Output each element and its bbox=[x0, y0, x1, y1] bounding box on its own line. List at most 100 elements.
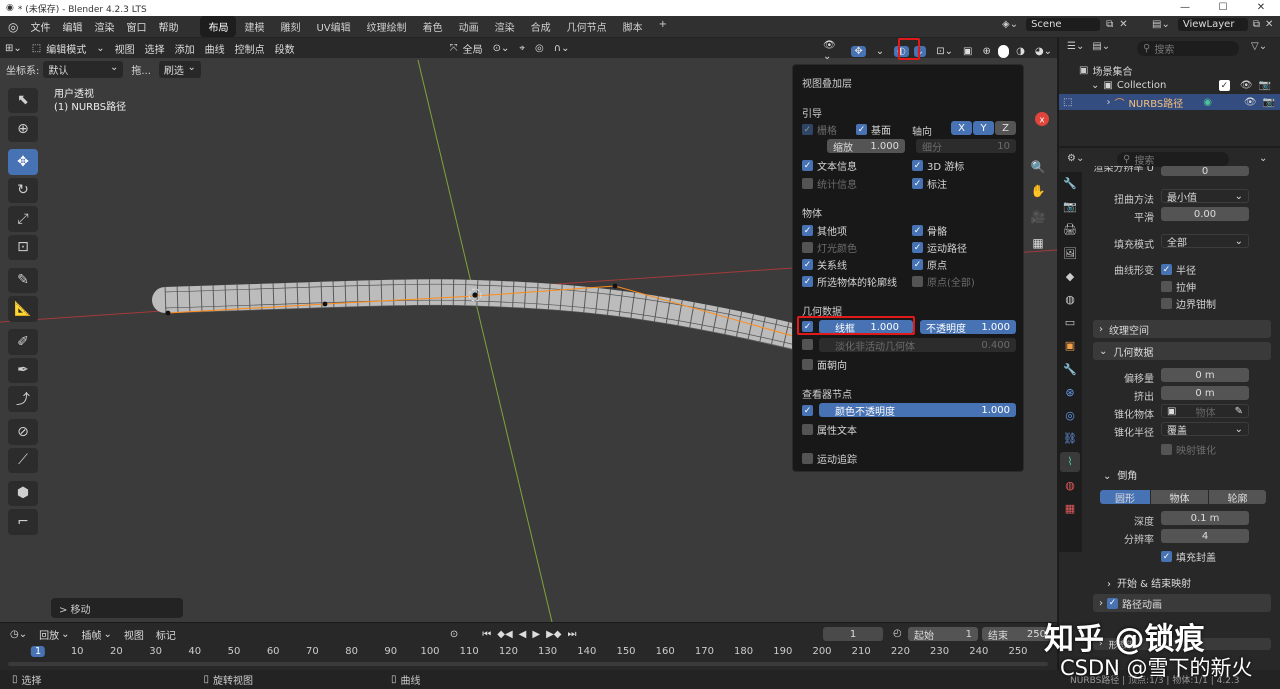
taper-radius-dropdown[interactable]: 覆盖 ⌄ bbox=[1161, 422, 1249, 437]
menu-segments[interactable]: 段数 bbox=[275, 41, 295, 56]
new-scene-icon[interactable]: ⧉ bbox=[1106, 19, 1113, 30]
filter-icon[interactable]: ▽⌄ bbox=[1251, 41, 1267, 52]
marker-menu[interactable]: 标记 bbox=[156, 627, 176, 642]
randomize-tool-icon[interactable]: ⬢ bbox=[8, 480, 38, 506]
collection-row[interactable]: ⌄ ▣ Collection ✓ 👁 📷 bbox=[1091, 80, 1277, 91]
menu-view[interactable]: 视图 bbox=[115, 41, 135, 56]
menu-add[interactable]: 添加 bbox=[175, 41, 195, 56]
current-frame-field[interactable]: 1 bbox=[823, 627, 883, 641]
text-info-toggle[interactable]: ✓ 文本信息 bbox=[802, 158, 857, 173]
snap-icon[interactable]: ⌖ bbox=[519, 43, 525, 54]
motion-paths-toggle[interactable]: ✓ 运动路径 bbox=[912, 240, 967, 255]
scale-tool-icon[interactable]: ⤢ bbox=[8, 206, 38, 232]
statistics-toggle[interactable]: 统计信息 bbox=[802, 176, 857, 191]
relations-toggle[interactable]: ✓ 关系线 bbox=[802, 257, 847, 272]
tab-scripting[interactable]: 脚本 bbox=[615, 16, 651, 37]
render-tab-icon[interactable]: 📷 bbox=[1060, 197, 1080, 217]
checkbox-icon[interactable]: ✓ bbox=[1107, 597, 1118, 609]
bounds-clamp-toggle[interactable]: 边界钳制 bbox=[1161, 296, 1216, 311]
scene-tab-icon[interactable]: ◆ bbox=[1060, 266, 1080, 286]
zoom-icon[interactable]: 🔍 bbox=[1027, 156, 1049, 178]
menu-control-points[interactable]: 控制点 bbox=[235, 41, 265, 56]
floor-toggle[interactable]: ✓ 基面 bbox=[856, 122, 891, 137]
annotate-tool-icon[interactable]: ✎ bbox=[8, 267, 38, 293]
map-taper-toggle[interactable]: 映射锥化 bbox=[1161, 442, 1216, 457]
constraints-tab-icon[interactable]: ⛓ bbox=[1060, 429, 1080, 449]
twist-method-dropdown[interactable]: 最小值 ⌄ bbox=[1161, 189, 1249, 204]
visibility-icon[interactable]: 👁⌄ bbox=[823, 40, 841, 62]
pen-tool-icon[interactable]: ✒ bbox=[8, 357, 38, 383]
jump-prev-key-icon[interactable]: ◆◀ bbox=[497, 629, 512, 640]
object-row[interactable]: ⬚ › ⌒ NURBS路径 ◉ 👁 📷 bbox=[1059, 94, 1280, 110]
bevel-mode-profile[interactable]: 轮廓 bbox=[1209, 490, 1266, 505]
offset-field[interactable]: 0 m bbox=[1161, 368, 1249, 382]
chevron-down-icon[interactable]: ⌄ bbox=[1259, 153, 1267, 164]
editor-type-icon[interactable]: ⊞⌄ bbox=[5, 43, 22, 54]
play-reverse-icon[interactable]: ◀ bbox=[519, 629, 527, 640]
particles-tab-icon[interactable]: ⊛ bbox=[1060, 382, 1080, 402]
curve-data-tab-icon[interactable]: ⌇ bbox=[1060, 451, 1080, 472]
tab-layout[interactable]: 布局 bbox=[200, 16, 237, 37]
xray-icon[interactable]: ▣ bbox=[963, 46, 972, 57]
measure-tool-icon[interactable]: 📐 bbox=[8, 296, 38, 322]
tilt-tool-icon[interactable]: ⟋ bbox=[8, 447, 38, 473]
jump-next-key-icon[interactable]: ▶◆ bbox=[546, 629, 561, 640]
eye-icon[interactable]: 👁 bbox=[1244, 97, 1257, 108]
properties-editor-icon[interactable]: ⚙⌄ bbox=[1067, 153, 1084, 164]
smooth-field[interactable]: 0.00 bbox=[1161, 207, 1249, 221]
origins-all-toggle[interactable]: 原点(全部) bbox=[912, 274, 975, 289]
tab-uv-editing[interactable]: UV编辑 bbox=[308, 16, 358, 37]
gizmo-icon[interactable]: ✥ bbox=[851, 45, 866, 57]
annotations-toggle[interactable]: ✓ 标注 bbox=[912, 176, 947, 191]
scene-icon[interactable]: ◈⌄ bbox=[1002, 19, 1018, 30]
object-tab-icon[interactable]: ▣ bbox=[1060, 336, 1080, 356]
view-layer-tab-icon[interactable]: 🖼 bbox=[1060, 243, 1080, 263]
world-tab-icon[interactable]: ◍ bbox=[1060, 290, 1080, 310]
delete-scene-icon[interactable]: ✕ bbox=[1119, 19, 1127, 30]
fill-caps-toggle[interactable]: ✓ 填充封盖 bbox=[1161, 549, 1216, 564]
tab-animation[interactable]: 动画 bbox=[451, 16, 487, 37]
camera-icon[interactable]: 📷 bbox=[1263, 97, 1275, 108]
axis-y-toggle[interactable]: Y bbox=[973, 121, 994, 135]
select-tool-icon[interactable]: ⬉ bbox=[8, 87, 38, 113]
clock-icon[interactable]: ◴ bbox=[893, 628, 902, 639]
grid-scale-field[interactable]: 缩放 1.000 bbox=[827, 139, 905, 154]
menu-help[interactable]: 帮助 bbox=[158, 19, 178, 34]
tool-tab-icon[interactable]: 🔧 bbox=[1060, 174, 1080, 194]
light-colors-toggle[interactable]: 灯光颜色 bbox=[802, 240, 857, 255]
extras-toggle[interactable]: ✓ 其他项 bbox=[802, 223, 847, 238]
attribute-text-toggle[interactable]: 属性文本 bbox=[802, 422, 857, 437]
add-workspace-button[interactable]: + bbox=[651, 16, 675, 37]
pivot-icon[interactable]: ⊙⌄ bbox=[493, 43, 510, 54]
stretch-toggle[interactable]: 拉伸 bbox=[1161, 279, 1196, 294]
fade-inactive-toggle[interactable] bbox=[802, 339, 817, 350]
texture-tab-icon[interactable]: ▦ bbox=[1060, 498, 1080, 518]
end-frame-field[interactable]: 结束 250 bbox=[982, 627, 1052, 642]
properties-search[interactable]: ⚲ 搜索 bbox=[1117, 152, 1229, 167]
delete-viewlayer-icon[interactable]: ✕ bbox=[1265, 19, 1273, 30]
jump-end-icon[interactable]: ⏭ bbox=[567, 629, 576, 640]
expand-icon[interactable]: ⌄ bbox=[1091, 80, 1099, 91]
transform-orientation-icon[interactable]: ⤧ bbox=[450, 43, 458, 54]
viewlayer-icon[interactable]: ▤⌄ bbox=[1152, 19, 1170, 30]
wireframe-opacity-field[interactable]: 不透明度 1.000 bbox=[920, 320, 1016, 335]
extrude-field[interactable]: 0 m bbox=[1161, 386, 1249, 400]
transform-orientation[interactable]: 全局 bbox=[463, 41, 483, 56]
new-viewlayer-icon[interactable]: ⧉ bbox=[1253, 19, 1260, 30]
taper-object-field[interactable]: ▣ 物体 ✎ bbox=[1161, 404, 1249, 419]
draw-tool-icon[interactable]: ✐ bbox=[8, 329, 38, 355]
collection-tab-icon[interactable]: ▭ bbox=[1060, 313, 1080, 333]
origins-toggle[interactable]: ✓ 原点 bbox=[912, 257, 947, 272]
start-end-mapping-subpanel[interactable]: › 开始 & 结束映射 bbox=[1107, 575, 1191, 590]
drag-dropdown[interactable]: 刷选 ⌄ bbox=[158, 60, 201, 78]
resolution-u-field[interactable]: 0 bbox=[1161, 166, 1249, 177]
view-menu[interactable]: 视图 bbox=[124, 627, 144, 642]
outliner-editor-icon[interactable]: ☰⌄ bbox=[1067, 41, 1084, 52]
shading-wire-icon[interactable]: ⊕ bbox=[982, 46, 990, 57]
path-animation-panel[interactable]: › ✓ 路径动画 bbox=[1093, 594, 1271, 612]
menu-curve[interactable]: 曲线 bbox=[205, 41, 225, 56]
maximize-button[interactable]: ☐ bbox=[1204, 0, 1242, 16]
color-opacity-field[interactable]: 颜色不透明度 1.000 bbox=[819, 403, 1016, 418]
frame-ruler[interactable]: 1 10 20 30 40 50 60 70 80 90 100 110 120 130 140 150 160… bbox=[0, 646, 1057, 660]
move-tool-icon[interactable]: ✥ bbox=[8, 149, 38, 175]
